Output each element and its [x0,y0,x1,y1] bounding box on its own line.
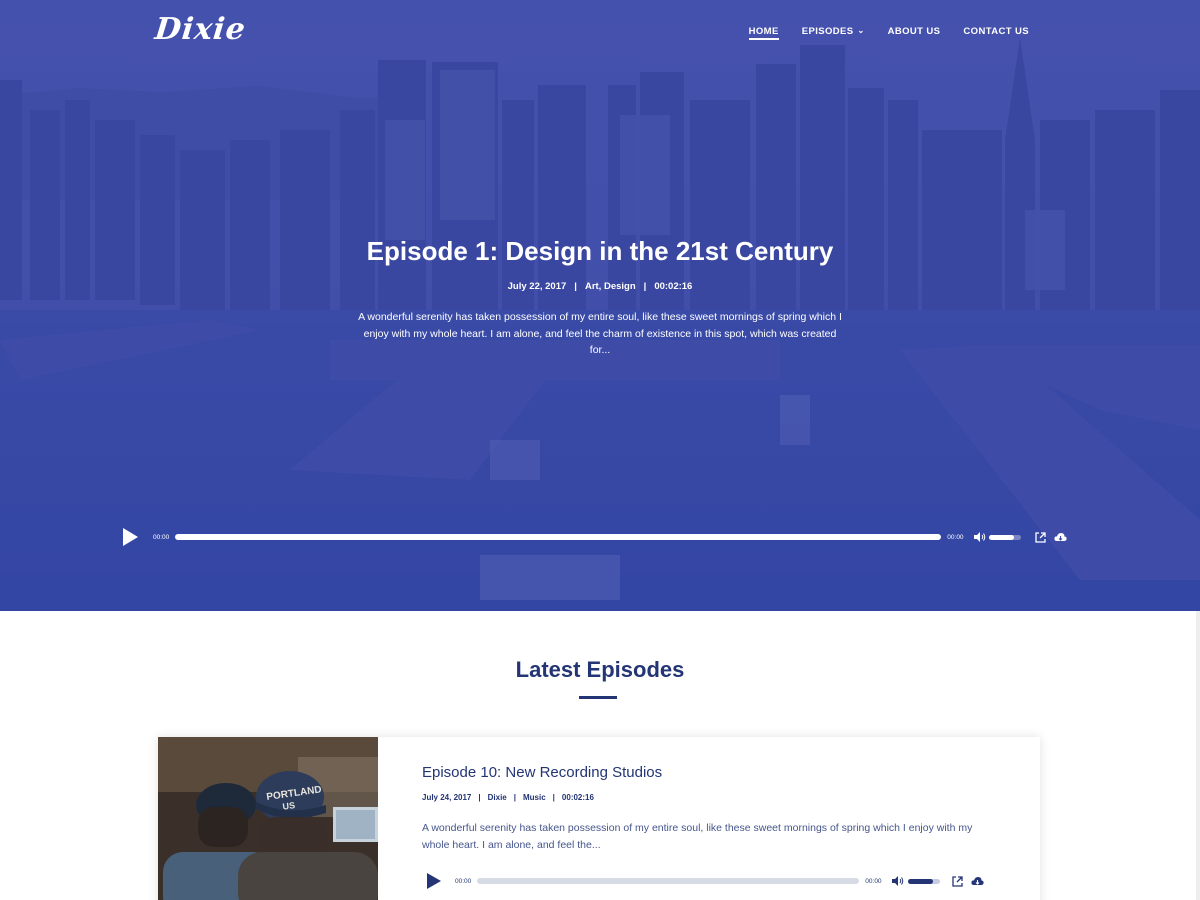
episode-audio-player: 00:00 00:00 [422,871,1002,891]
progress-track[interactable] [175,534,942,540]
episode-category[interactable]: Music [523,793,546,802]
hero-overlay [0,0,1200,611]
nav-item-about-us[interactable]: ABOUT US [888,24,941,38]
progress-track[interactable] [477,878,860,884]
chevron-down-icon: ⌄ [857,26,865,35]
cloud-download-icon[interactable] [970,876,984,887]
meta-separator: | [574,281,577,292]
episode-thumbnail[interactable]: PORTLAND US [158,737,378,900]
nav-item-label: ABOUT US [887,25,941,37]
nav-item-label: EPISODES [801,25,854,37]
episode-duration: 00:02:16 [654,281,693,292]
svg-text:US: US [282,800,296,812]
hero-episode-meta: July 22, 2017 | Art, Design | 00:02:16 [0,281,1200,292]
nav-item-label: HOME [748,25,779,37]
episode-card: PORTLAND US Episode 10: New Recording St… [158,737,1040,900]
episode-title[interactable]: Episode 10: New Recording Studios [422,764,662,781]
nav-item-contact-us[interactable]: CONTACT US [963,24,1029,38]
meta-separator: | [478,793,481,802]
volume-slider[interactable] [907,878,940,884]
volume-level [907,878,934,884]
episode-author[interactable]: Dixie [488,793,507,802]
episode-meta: July 24, 2017 | Dixie | Music | 00:02:16 [422,793,594,802]
nav-item-label: CONTACT US [963,25,1029,37]
current-time: 00:00 [153,533,170,541]
hero-audio-player: 00:00 00:00 [120,527,1070,547]
play-icon[interactable] [427,873,441,889]
external-link-icon[interactable] [951,875,963,887]
volume-level [988,534,1015,540]
nav-item-episodes[interactable]: EPISODES ⌄ [802,24,865,38]
hero-section: Dixie HOME EPISODES ⌄ ABOUT US CONTACT U… [0,0,1200,611]
volume-icon[interactable] [973,532,986,542]
site-logo[interactable]: Dixie [153,12,247,47]
nav-item-home[interactable]: HOME [748,24,779,40]
total-time: 00:00 [865,877,882,885]
play-icon[interactable] [123,528,138,546]
cloud-download-icon[interactable] [1053,532,1067,543]
current-time: 00:00 [455,877,472,885]
hero-episode-title[interactable]: Episode 1: Design in the 21st Century [0,236,1200,267]
hero-episode-description: A wonderful serenity has taken possessio… [358,311,842,356]
meta-separator: | [513,793,516,802]
episode-date: July 22, 2017 [507,281,567,292]
meta-separator: | [643,281,647,292]
episode-description: A wonderful serenity has taken possessio… [422,822,973,851]
meta-separator: | [552,793,555,802]
studio-photo: PORTLAND US [158,737,378,900]
episode-categories[interactable]: Art, Design [585,281,636,292]
episode-duration: 00:02:16 [561,793,594,802]
main-nav: HOME EPISODES ⌄ ABOUT US CONTACT US [726,24,1029,40]
episode-date: July 24, 2017 [422,793,472,802]
external-link-icon[interactable] [1034,531,1046,543]
section-title-underline [579,696,617,699]
total-time: 00:00 [947,533,964,541]
volume-slider[interactable] [988,534,1021,540]
page-scrollbar[interactable] [1196,611,1200,900]
volume-icon[interactable] [891,876,904,886]
latest-episodes-title: Latest Episodes [515,657,685,682]
